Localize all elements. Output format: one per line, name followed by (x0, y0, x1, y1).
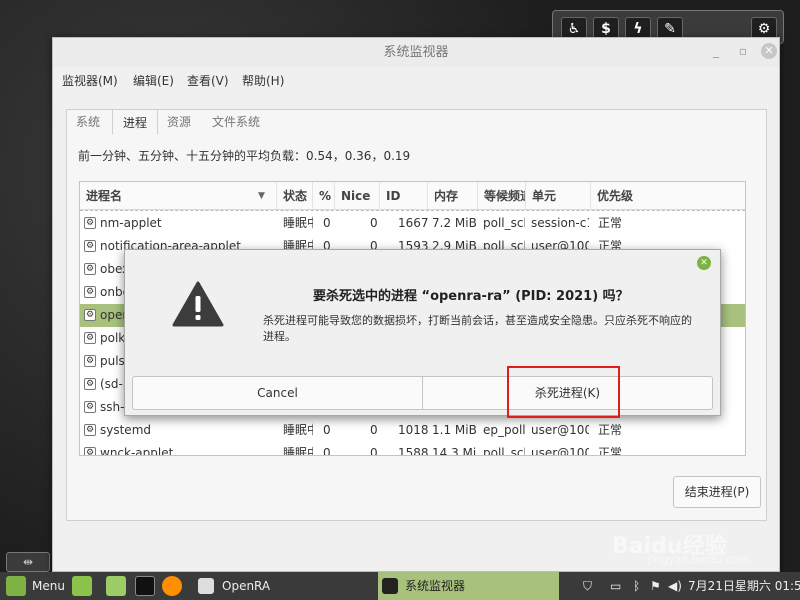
cell-unit: user@1000 (531, 423, 589, 437)
menu-edit[interactable]: 编辑(E) (133, 72, 174, 89)
tab-filesystems[interactable]: 文件系统 (202, 109, 270, 135)
maximize-icon[interactable]: ▫ (735, 43, 751, 59)
dialog-message: 杀死进程可能导致您的数据损坏，打断当前会话，甚至造成安全隐患。只应杀死不响应的进… (263, 314, 692, 343)
cell-nice: 0 (370, 216, 378, 230)
network-icon[interactable]: ▭ (610, 572, 621, 600)
column-header-id[interactable]: ID (380, 182, 428, 210)
cell-status: 睡眠中 (283, 446, 313, 456)
cell-memory: 14.3 MiB (432, 446, 476, 456)
tab-resources[interactable]: 资源 (157, 109, 201, 135)
cell-unit: session-c1.scope (531, 216, 589, 230)
cell-wait-channel: poll_schedule (483, 446, 525, 456)
cell-process-name: wnck-applet (100, 446, 174, 456)
clock[interactable]: 7月21日星期六 01:55 (688, 572, 800, 600)
terminal-icon[interactable] (135, 576, 155, 596)
dialog-button-row: Cancel 杀死进程(K) (132, 376, 713, 410)
cancel-button[interactable]: Cancel (133, 377, 423, 409)
cell-wait-channel: poll_schedule (483, 216, 525, 230)
warning-icon (172, 281, 224, 327)
cell-memory: 7.2 MiB (432, 216, 476, 230)
desktop-corner-widget: ⇹ (6, 552, 50, 572)
cell-priority: 正常 (598, 446, 623, 456)
taskbar-openra[interactable]: OpenRA (222, 572, 270, 600)
column-header-name[interactable]: 进程名 ▼ (80, 182, 277, 210)
table-row[interactable]: ⚙ wnck-applet 睡眠中 0 0 1588 14.3 MiB poll_schedu… (80, 442, 745, 456)
cell-status: 睡眠中 (283, 216, 313, 230)
cell-status: 睡眠中 (283, 423, 313, 437)
shield-icon[interactable]: ⛉ (583, 572, 592, 600)
cell-cpu: 0 (323, 423, 331, 437)
table-row[interactable]: ⚙ nm-applet 睡眠中 0 0 1667 7.2 MiB poll_schedule s… (80, 212, 745, 235)
process-icon: ⚙ (84, 447, 96, 455)
column-header-nice[interactable]: Nice (335, 182, 380, 210)
window-titlebar: 系统监视器 _ ▫ ✕ (53, 38, 779, 67)
process-icon: ⚙ (84, 355, 96, 367)
cell-nice: 0 (370, 423, 378, 437)
cell-wait-channel: ep_poll (483, 423, 525, 437)
cell-id: 1018 (398, 423, 428, 437)
column-header-status[interactable]: 状态 (277, 182, 313, 210)
menu-view[interactable]: 查看(V) (187, 72, 229, 89)
watermark-url: jingyan.baidu.com (648, 553, 750, 566)
column-header-cpu[interactable]: % (313, 182, 335, 210)
flag-icon[interactable]: ⚑ (650, 572, 661, 600)
cell-unit: user@1000 (531, 446, 589, 456)
show-desktop-icon[interactable] (72, 576, 92, 596)
mint-logo-icon[interactable] (6, 576, 26, 596)
firefox-icon[interactable] (162, 576, 182, 596)
column-header-memory[interactable]: 内存 (428, 182, 478, 210)
kill-process-dialog: ✕ 要杀死选中的进程 “openra-ra” (PID: 2021) 吗？ 杀死… (124, 249, 721, 416)
table-divider (80, 210, 745, 211)
menu-help[interactable]: 帮助(H) (242, 72, 284, 89)
cell-priority: 正常 (598, 423, 623, 437)
process-icon: ⚙ (84, 217, 96, 229)
process-icon: ⚙ (84, 424, 96, 436)
bluetooth-icon[interactable]: ᛒ (633, 572, 640, 600)
openra-window-icon (198, 578, 214, 594)
end-process-button[interactable]: 结束进程(P) (673, 476, 761, 508)
process-icon: ⚙ (84, 263, 96, 275)
tab-processes[interactable]: 进程 (112, 109, 159, 135)
cell-cpu: 0 (323, 216, 331, 230)
close-icon[interactable]: ✕ (761, 43, 777, 59)
window-title: 系统监视器 (383, 45, 449, 60)
volume-icon[interactable]: ◀) (668, 572, 682, 600)
process-icon: ⚙ (84, 240, 96, 252)
cell-id: 1667 (398, 216, 428, 230)
column-header-unit[interactable]: 单元 (526, 182, 591, 210)
column-header-wait-channel[interactable]: 等候频道 (478, 182, 526, 210)
table-header: 进程名 ▼ 状态 % Nice ID 内存 等候频道 单元 优先级 (80, 182, 745, 210)
taskbar-sysmon[interactable]: 系统监视器 (405, 572, 465, 600)
process-icon: ⚙ (84, 378, 96, 390)
minimize-icon[interactable]: _ (708, 43, 724, 59)
load-average-label: 前一分钟、五分钟、十五分钟的平均负载：0.54，0.36，0.19 (78, 149, 411, 163)
files-icon[interactable] (106, 576, 126, 596)
menu-monitor[interactable]: 监视器(M) (62, 72, 118, 89)
process-icon: ⚙ (84, 309, 96, 321)
cell-cpu: 0 (323, 446, 331, 456)
process-icon: ⚙ (84, 286, 96, 298)
menubar: 监视器(M) 编辑(E) 查看(V) 帮助(H) (53, 68, 779, 92)
dialog-close-icon[interactable]: ✕ (697, 256, 711, 270)
sort-arrow-icon: ▼ (258, 191, 265, 201)
table-row[interactable]: ⚙ systemd 睡眠中 0 0 1018 1.1 MiB ep_poll user@1000… (80, 419, 745, 442)
cell-memory: 1.1 MiB (432, 423, 476, 437)
cell-nice: 0 (370, 446, 378, 456)
dialog-title: 要杀死选中的进程 “openra-ra” (PID: 2021) 吗？ (313, 289, 629, 304)
cell-process-name: nm-applet (100, 216, 162, 230)
process-icon: ⚙ (84, 332, 96, 344)
cell-id: 1588 (398, 446, 428, 456)
taskbar: Menu OpenRA 系统监视器 ⛉ ▭ ᛒ ⚑ ◀) 7月21日星期六 01… (0, 572, 800, 600)
kill-button-highlight (507, 366, 620, 418)
sysmon-window-icon (382, 578, 398, 594)
tab-system[interactable]: 系统 (66, 109, 110, 135)
cell-process-name: systemd (100, 423, 151, 437)
menu-button[interactable]: Menu (32, 572, 65, 600)
column-header-priority[interactable]: 优先级 (591, 182, 745, 210)
process-icon: ⚙ (84, 401, 96, 413)
cell-priority: 正常 (598, 216, 623, 230)
